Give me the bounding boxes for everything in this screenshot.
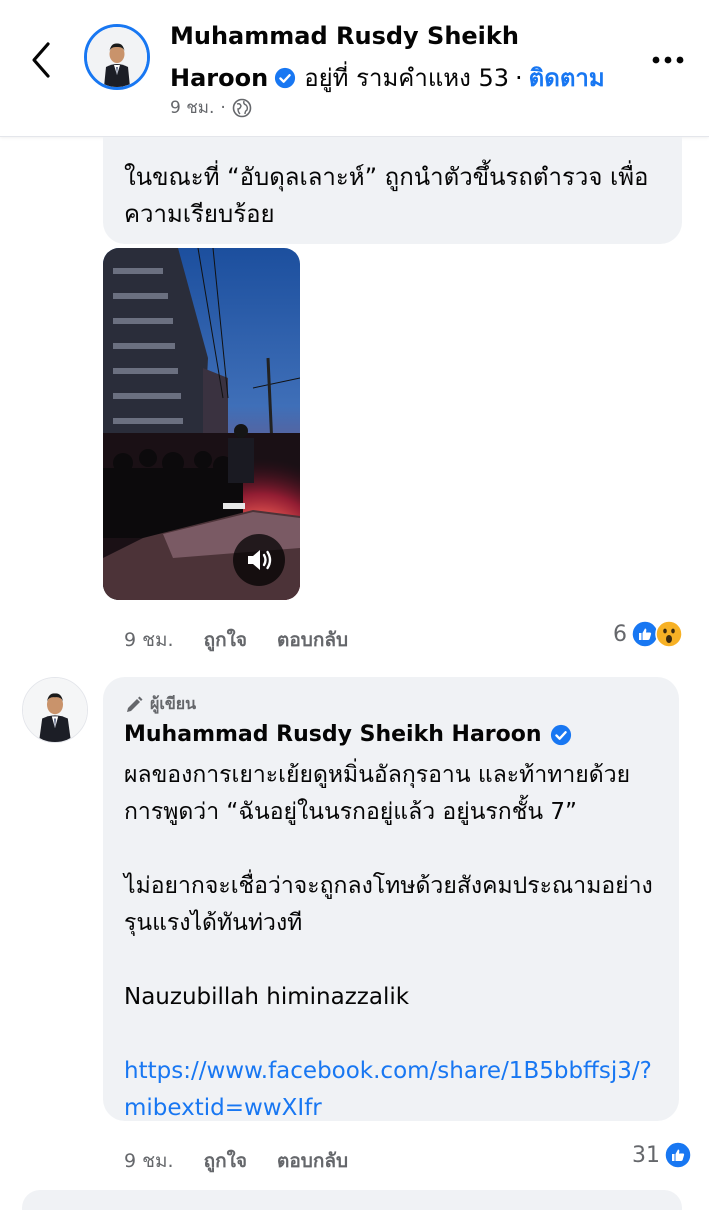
author-photo: [87, 27, 147, 87]
comment-text: ในขณะที่ “อับดุลเลาะห์” ถูกนำตัวขึ้นรถตำ…: [124, 163, 649, 228]
like-reaction-icon: [664, 1141, 692, 1169]
like-button[interactable]: ถูกใจ: [204, 625, 247, 655]
location-text[interactable]: อยู่ที่ รามคำแหง 53: [304, 58, 509, 97]
reply-button[interactable]: ตอบกลับ: [277, 625, 348, 655]
commenter-name[interactable]: Muhammad Rusdy Sheikh Haroon: [124, 722, 542, 747]
reaction-count: 6: [613, 621, 627, 647]
verified-badge-icon: [550, 724, 571, 745]
comment-actions: 9 ชม. ถูกใจ ตอบกลับ: [124, 1146, 348, 1176]
globe-icon: [232, 98, 252, 117]
back-arrow-icon[interactable]: [22, 36, 62, 84]
next-comment-edge: [22, 1190, 682, 1210]
commenter-photo: [23, 678, 87, 742]
post-meta: 9 ชม. ·: [170, 94, 252, 121]
like-button[interactable]: ถูกใจ: [204, 1146, 247, 1176]
comment-body: ผลของการเยาะเย้ยดูหมิ่นอัลกุรอาน และท้าท…: [124, 757, 664, 1127]
commenter-name-row: Muhammad Rusdy Sheikh Haroon: [124, 722, 580, 747]
verified-badge-icon: [275, 67, 296, 88]
reactions[interactable]: 31: [632, 1141, 692, 1169]
author-name-line2[interactable]: Haroon: [170, 64, 268, 92]
speaker-icon: [248, 550, 272, 570]
separator-dot: ·: [515, 63, 523, 92]
comment-paragraph-2: ไม่อยากจะเชื่อว่าจะถูกลงโทษด้วยสังคมประณ…: [124, 873, 653, 936]
author-badge-label: ผู้เขียน: [150, 694, 197, 713]
meta-separator: ·: [220, 97, 226, 118]
comment-time[interactable]: 9 ชม.: [124, 1146, 174, 1176]
reply-button[interactable]: ตอบกลับ: [277, 1146, 348, 1176]
author-name-line2-row: Haroon อยู่ที่ รามคำแหง 53 · ติดตาม: [170, 58, 605, 97]
post-time[interactable]: 9 ชม.: [170, 94, 214, 121]
commenter-avatar[interactable]: [22, 677, 88, 743]
author-badge: ผู้เขียน: [124, 692, 196, 717]
follow-button[interactable]: ติดตาม: [529, 58, 605, 97]
comment-time[interactable]: 9 ชม.: [124, 625, 174, 655]
post-header: Muhammad Rusdy Sheikh Haroon อยู่ที่ ราม…: [0, 0, 709, 137]
comment-actions: 9 ชม. ถูกใจ ตอบกลับ: [124, 625, 348, 655]
more-options-icon[interactable]: [648, 45, 688, 75]
reactions[interactable]: 6: [613, 620, 683, 648]
reaction-count: 31: [632, 1142, 660, 1168]
comment-bubble: ในขณะที่ “อับดุลเลาะห์” ถูกนำตัวขึ้นรถตำ…: [103, 137, 682, 244]
author-name-line1[interactable]: Muhammad Rusdy Sheikh: [170, 22, 519, 50]
comment-bubble-author: ผู้เขียน Muhammad Rusdy Sheikh Haroon ผล…: [103, 677, 679, 1121]
comment-paragraph-3: Nauzubillah himinazzalik: [124, 984, 410, 1010]
wow-reaction-icon: [655, 620, 683, 648]
comment-paragraph-1: ผลของการเยาะเย้ยดูหมิ่นอัลกุรอาน และท้าท…: [124, 762, 631, 825]
share-link[interactable]: https://www.facebook.com/share/1B5bbffsj…: [124, 1053, 664, 1127]
pen-icon: [127, 696, 143, 712]
author-avatar[interactable]: [84, 24, 150, 90]
sound-toggle[interactable]: [233, 534, 285, 586]
